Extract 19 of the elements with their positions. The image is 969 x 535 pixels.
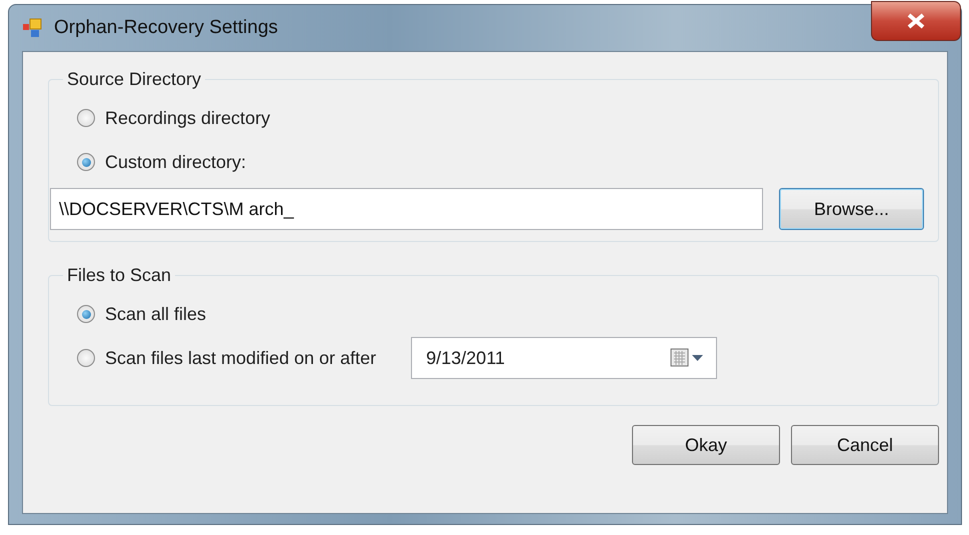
radio-label[interactable]: Scan files last modified on or after [105, 344, 376, 372]
radio-button[interactable] [77, 109, 95, 127]
radio-label[interactable]: Recordings directory [105, 104, 270, 132]
date-picker[interactable]: 9/13/2011 [411, 337, 718, 379]
radio-button[interactable] [77, 153, 95, 171]
group-title: Source Directory [66, 70, 202, 88]
close-button[interactable] [871, 1, 961, 41]
app-icon [22, 17, 44, 39]
close-icon [906, 13, 926, 29]
browse-button[interactable]: Browse... [779, 188, 924, 230]
window-title: Orphan-Recovery Settings [54, 16, 278, 40]
dialog-button[interactable]: Cancel [791, 425, 939, 465]
radio-label[interactable]: Scan all files [105, 300, 206, 328]
path-field[interactable]: \\DOCSERVER\CTS\M arch_ [50, 188, 763, 230]
group-title: Files to Scan [66, 266, 172, 284]
radio-label[interactable]: Custom directory: [105, 148, 246, 176]
dialog-button[interactable]: Okay [632, 425, 780, 465]
radio-button[interactable] [77, 305, 95, 323]
radio-button[interactable] [77, 349, 95, 367]
